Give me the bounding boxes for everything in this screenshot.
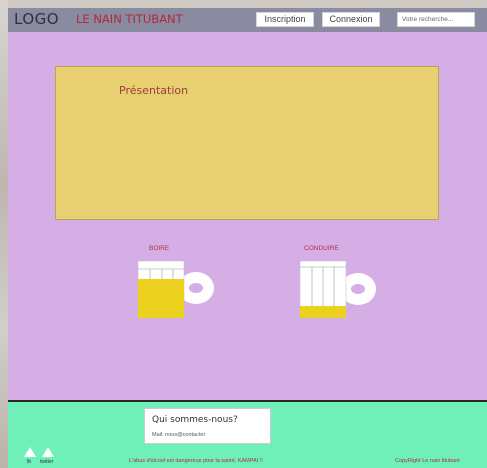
- mug-handle-hole: [351, 284, 365, 294]
- background-texture: [0, 0, 8, 468]
- page: LOGO LE NAIN TITUBANT Inscription Connex…: [8, 8, 487, 468]
- triangle-icon: [24, 447, 36, 457]
- beer-mug-boire[interactable]: [136, 259, 218, 321]
- mug-label-conduire: CONDUIRE: [304, 245, 339, 252]
- social-label-twitter: twitter: [40, 459, 54, 465]
- beer-mug-conduire[interactable]: [298, 259, 380, 321]
- about-mail: Mail: nous@contacter: [152, 432, 206, 438]
- mug-handle-hole: [189, 283, 203, 293]
- header: LOGO LE NAIN TITUBANT Inscription Connex…: [8, 8, 487, 32]
- site-title: LE NAIN TITUBANT: [76, 12, 183, 26]
- about-title: Qui sommes-nous?: [152, 415, 238, 425]
- inscription-button[interactable]: Inscription: [256, 12, 314, 27]
- alcohol-warning: L'abus d'alcool est dangereux pour la sa…: [129, 458, 263, 464]
- presentation-title: Présentation: [119, 84, 189, 97]
- about-box[interactable]: Qui sommes-nous? Mail: nous@contacter: [144, 408, 271, 444]
- triangle-icon: [42, 447, 54, 457]
- social-twitter[interactable]: twitter: [40, 447, 54, 465]
- presentation-panel: Présentation: [55, 66, 439, 220]
- footer: Qui sommes-nous? Mail: nous@contacter fb…: [8, 400, 487, 468]
- mug-beer: [138, 279, 184, 318]
- mug-label-boire: BOIRE: [149, 245, 170, 252]
- copyright: CopyRight Le nain titubant: [395, 458, 460, 464]
- search-input[interactable]: Votre recherche...: [397, 12, 475, 27]
- social-fb[interactable]: fb: [24, 447, 36, 465]
- social-label-fb: fb: [27, 459, 32, 465]
- connexion-button[interactable]: Connexion: [322, 12, 380, 27]
- mug-beer: [300, 306, 346, 318]
- logo[interactable]: LOGO: [14, 10, 59, 28]
